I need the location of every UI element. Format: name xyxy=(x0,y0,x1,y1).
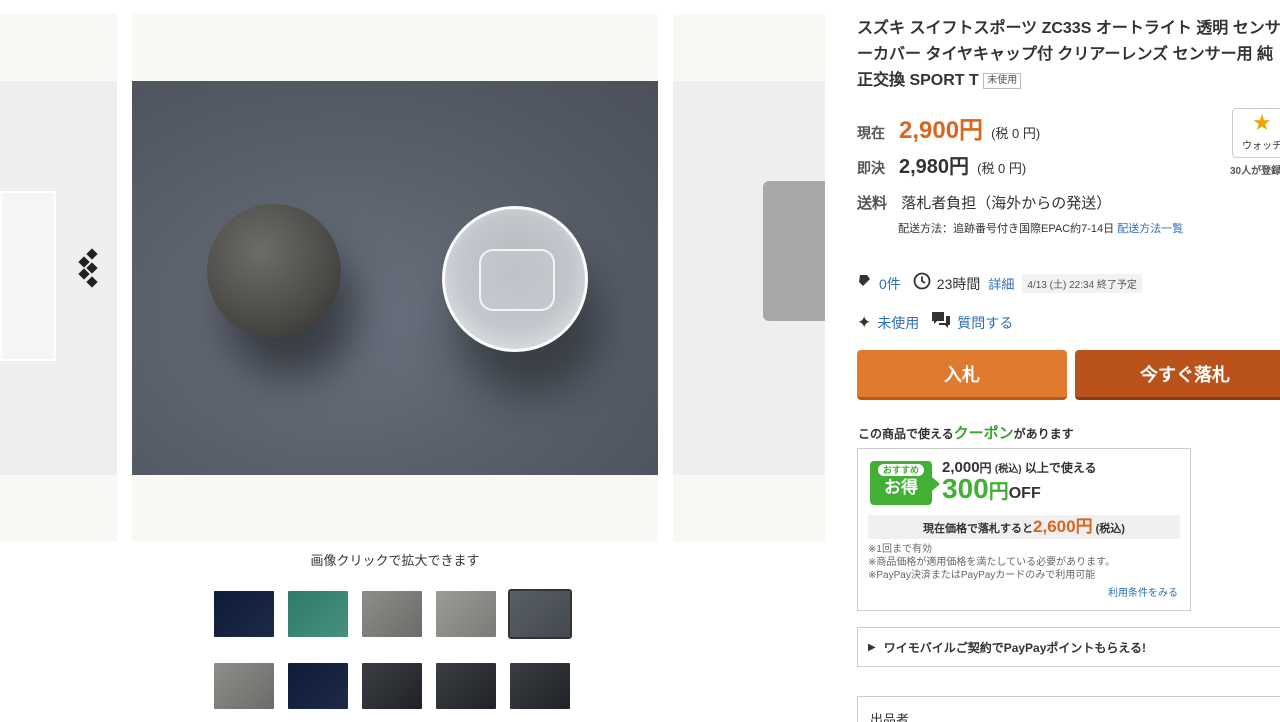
coupon-net-prefix: 現在価格で落札すると xyxy=(923,523,1034,535)
watch-label: ウォッチ xyxy=(1242,141,1280,152)
coupon-box: おすすめ お得 2,000円 (税込) 以上で使える 300円OFF 現在価格で… xyxy=(857,448,1191,611)
coupon-net-value: 2,600円 xyxy=(1033,517,1093,536)
condition-link[interactable]: 未使用 xyxy=(877,313,919,333)
coupon-note: ※1回まで有効 xyxy=(868,544,932,555)
question-link[interactable]: 質問する xyxy=(957,313,1013,333)
gallery-prev-arrow-icon[interactable] xyxy=(74,248,104,288)
coupon-discount-amount: 300 xyxy=(942,473,989,504)
end-time: 4/13 (土) 22:34 終了予定 xyxy=(1022,274,1142,293)
buyout-price-tax: (税 0 円) xyxy=(977,161,1027,176)
product-title-text: スズキ スイフトスポーツ ZC33S オートライト 透明 センサーカバー タイヤ… xyxy=(857,20,1280,89)
coupon-badge-big: お得 xyxy=(884,478,918,497)
bid-count[interactable]: 0件 xyxy=(879,274,901,294)
current-price-value: 2,900円 xyxy=(899,117,984,144)
product-main-photo[interactable] xyxy=(132,81,658,475)
dark-cap-photo xyxy=(207,204,341,338)
sparkle-icon: ✦ xyxy=(857,312,872,332)
coupon-net-price: 現在価格で落札すると2,600円 (税込) xyxy=(868,515,1180,539)
shipping-method: 配送方法：追跡番号付き国際EPAC約7-14日 配送方法一覧 xyxy=(898,220,1183,236)
coupon-heading-word: クーポン xyxy=(953,425,1014,442)
current-price-row: 現在 2,900円 (税 0 円) xyxy=(857,110,1040,145)
coupon-heading: この商品で使えるクーポンがあります xyxy=(858,422,1074,443)
auction-meta-row: 0件 23時間 詳細 4/13 (土) 22:34 終了予定 xyxy=(857,272,1142,295)
thumbnail[interactable] xyxy=(288,584,348,644)
thumbnail[interactable] xyxy=(214,584,274,644)
product-photo-next xyxy=(673,81,825,475)
coupon-discount-off: OFF xyxy=(1008,485,1041,502)
item-status-row: ✦ 未使用 質問する xyxy=(857,311,1013,334)
shipping-method-text: 配送方法：追跡番号付き国際EPAC約7-14日 xyxy=(898,223,1115,235)
triangle-right-icon: ▶ xyxy=(868,641,876,653)
shipping-value: 落札者負担（海外からの発送） xyxy=(901,195,1112,212)
condition-badge: 未使用 xyxy=(983,73,1022,89)
star-icon: ★ xyxy=(1252,110,1272,135)
gavel-icon xyxy=(857,273,873,294)
seller-label: 出品者 xyxy=(870,712,910,722)
watch-button[interactable]: ★ ウォッチ xyxy=(1232,108,1280,158)
thumbnail[interactable] xyxy=(214,656,274,716)
zoom-caption: 画像クリックで拡大できます xyxy=(310,553,480,568)
current-price-tax: (税 0 円) xyxy=(991,126,1041,141)
buyout-price-label: 即決 xyxy=(857,160,885,176)
coupon-discount: 300円OFF xyxy=(942,473,1041,505)
thumbnail[interactable] xyxy=(436,584,496,644)
buyout-price-row: 即決 2,980円 (税 0 円) xyxy=(857,150,1026,179)
thumbnail[interactable] xyxy=(510,656,570,716)
thumbnail[interactable] xyxy=(436,656,496,716)
thumbnail[interactable] xyxy=(362,656,422,716)
coupon-discount-unit: 円 xyxy=(988,481,1009,503)
buy-now-button[interactable]: 今すぐ落札 xyxy=(1075,350,1280,400)
seller-section: 出品者 xyxy=(857,696,1280,722)
thumbnail-grid xyxy=(214,584,576,716)
coupon-note: ※PayPay決済またはPayPayカードのみで利用可能 xyxy=(868,570,1096,581)
coupon-badge: おすすめ お得 xyxy=(870,461,940,505)
thumbnail-active[interactable] xyxy=(508,584,572,644)
time-left: 23時間 xyxy=(936,275,981,292)
chat-icon xyxy=(931,311,951,334)
coupon-heading-prefix: この商品で使える xyxy=(858,427,954,441)
clear-cap-photo xyxy=(442,206,588,352)
ymobile-promo-text: ワイモバイルご契約でPayPayポイントもらえる! xyxy=(883,640,1147,655)
coupon-note: ※商品価格が適用価格を満たしている必要があります。 xyxy=(868,557,1116,568)
coupon-heading-suffix: があります xyxy=(1013,427,1074,441)
gallery-main-slide[interactable] xyxy=(132,14,658,542)
thumbnail[interactable] xyxy=(288,656,348,716)
clock-icon xyxy=(913,272,931,295)
detail-link[interactable]: 詳細 xyxy=(988,274,1014,293)
current-price-label: 現在 xyxy=(857,125,885,141)
ymobile-promo[interactable]: ▶ ワイモバイルご契約でPayPayポイントもらえる! xyxy=(857,627,1280,667)
product-title: スズキ スイフトスポーツ ZC33S オートライト 透明 センサーカバー タイヤ… xyxy=(857,16,1280,94)
buyout-price-value: 2,980円 xyxy=(899,156,970,178)
gallery-slide-next[interactable] xyxy=(673,14,825,542)
watch-count: 30人が登録 xyxy=(1230,166,1280,177)
coupon-badge-small: おすすめ xyxy=(878,464,924,476)
bid-button[interactable]: 入札 xyxy=(857,350,1067,400)
shipping-method-link[interactable]: 配送方法一覧 xyxy=(1117,223,1183,235)
shipping-label: 送料 xyxy=(857,195,888,212)
thumbnail[interactable] xyxy=(362,584,422,644)
coupon-terms-link[interactable]: 利用条件をみる xyxy=(1108,584,1178,599)
coupon-notes: ※1回まで有効 ※商品価格が適用価格を満たしている必要があります。 ※PayPa… xyxy=(868,543,1115,582)
coupon-net-tax: (税込) xyxy=(1095,523,1125,535)
shipping-row: 送料 落札者負担（海外からの発送） xyxy=(857,192,1111,213)
